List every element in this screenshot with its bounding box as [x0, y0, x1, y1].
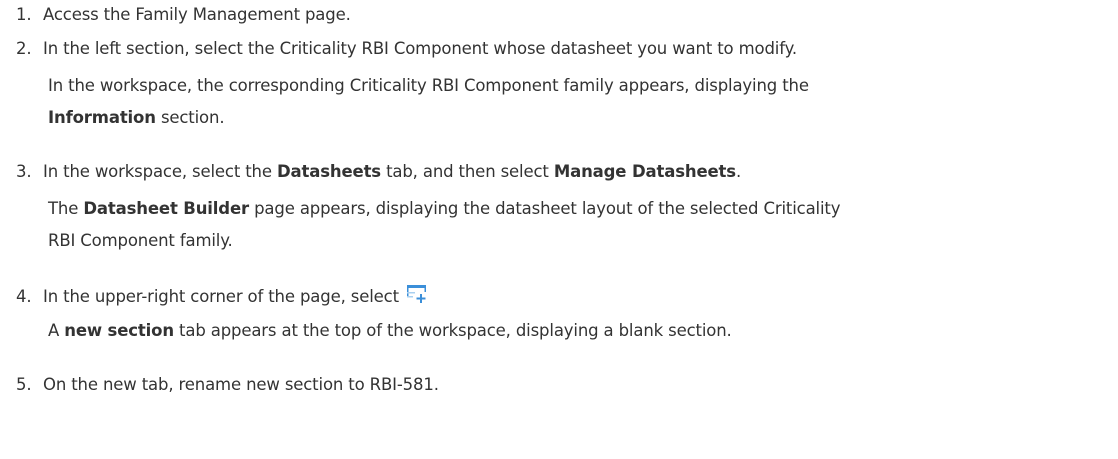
result-text: tab appears at the top of the workspace,… — [173, 321, 732, 340]
step-text: In the left section, select the Critical… — [43, 39, 797, 58]
step-4: 4. In the upper-right corner of the page,… — [16, 284, 428, 308]
step-number: 2. — [16, 39, 32, 58]
step-text: tab, and then select — [380, 162, 554, 181]
result-text: The — [48, 199, 84, 218]
result-text: A — [48, 321, 65, 340]
step-number: 3. — [16, 162, 32, 181]
step-text: Access the Family Management page. — [43, 5, 351, 24]
ui-term-datasheet-builder: Datasheet Builder — [83, 199, 250, 218]
step-number: 1. — [16, 5, 32, 24]
step-3: 3. In the workspace, select the Datasheet… — [16, 161, 741, 183]
step-2-result-line-1: In the workspace, the corresponding Crit… — [48, 75, 809, 97]
step-number: 4. — [16, 287, 32, 306]
add-section-icon — [406, 284, 428, 304]
step-1: 1. Access the Family Management page. — [16, 4, 351, 26]
ui-term-information: Information — [48, 108, 156, 127]
result-text: page appears, displaying the datasheet l… — [249, 199, 841, 218]
step-2-result-line-2: Information section. — [48, 107, 225, 129]
result-text: RBI Component family. — [48, 231, 233, 250]
result-text: section. — [155, 108, 225, 127]
step-3-result-line-2: RBI Component family. — [48, 230, 233, 252]
ui-term-manage-datasheets: Manage Datasheets — [553, 162, 736, 181]
step-5: 5. On the new tab, rename new section to … — [16, 374, 439, 396]
step-text: In the workspace, select the — [43, 162, 277, 181]
result-text: In the workspace, the corresponding Crit… — [48, 76, 809, 95]
step-text: On the new tab, rename new section to RB… — [43, 375, 439, 394]
ui-term-datasheets: Datasheets — [276, 162, 381, 181]
step-number: 5. — [16, 375, 32, 394]
step-text: . — [735, 162, 742, 181]
step-text: In the upper-right corner of the page, s… — [43, 287, 404, 306]
procedure-document: 1. Access the Family Management page. 2. I… — [0, 0, 1118, 459]
step-4-result: A new section tab appears at the top of … — [48, 320, 732, 342]
step-3-result-line-1: The Datasheet Builder page appears, disp… — [48, 198, 840, 220]
ui-term-new-section: new section — [64, 321, 174, 340]
step-2: 2. In the left section, select the Critic… — [16, 38, 797, 60]
